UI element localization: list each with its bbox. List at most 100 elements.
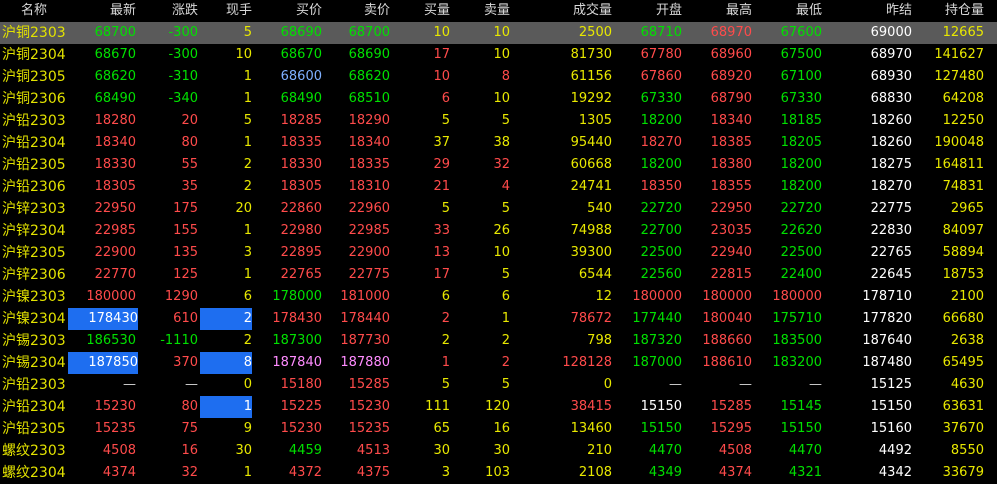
cell-last-volume: 0 [243, 377, 252, 392]
contract-name: 螺纹2304 [2, 465, 66, 481]
cell-prev-settle: 4492 [878, 443, 912, 458]
header-name[interactable]: 名称 [0, 0, 68, 22]
cell-low: 183500 [772, 333, 822, 348]
cell-open: 18350 [640, 179, 682, 194]
cell-bid-volume: 2 [441, 333, 450, 348]
table-row[interactable]: 沪锌2303 22950 175 20 22860 22960 5 5 540 22720 2295… [0, 198, 997, 220]
cell-last-volume: 20 [235, 201, 252, 216]
cell-ask: 15230 [348, 399, 390, 414]
cell-low: 67600 [780, 25, 822, 40]
cell-last-volume: 1 [243, 69, 252, 84]
cell-volume: 81730 [570, 47, 612, 62]
cell-prev-settle: 18270 [870, 179, 912, 194]
header-low[interactable]: 最低 [752, 0, 822, 22]
cell-ask: 68620 [348, 69, 390, 84]
cell-open: 187000 [632, 355, 682, 370]
cell-last-volume: 5 [243, 113, 252, 128]
cell-latest: 22770 [94, 267, 136, 282]
cell-low: 4321 [788, 465, 822, 480]
table-row[interactable]: 沪镍2304 178430 610 2 178430 178440 2 1 78672 17744… [0, 308, 997, 330]
cell-volume: 2500 [578, 25, 612, 40]
table-row[interactable]: 沪铅2305 15235 75 9 15230 15235 65 16 13460 15150 15… [0, 418, 997, 440]
table-row[interactable]: 沪锡2304 187850 370 8 187840 187880 1 2 128128 1870… [0, 352, 997, 374]
cell-change: 80 [181, 399, 198, 414]
cell-ask-volume: 4 [501, 179, 510, 194]
cell-low: 18200 [780, 157, 822, 172]
table-row[interactable]: 沪铅2305 18330 55 2 18330 18335 29 32 60668 18200 18… [0, 154, 997, 176]
table-row[interactable]: 沪铜2304 68670 -300 10 68670 68690 17 10 81730 6778… [0, 44, 997, 66]
cell-open-interest: 65495 [942, 355, 984, 370]
header-high[interactable]: 最高 [682, 0, 752, 22]
cell-change: 32 [181, 465, 198, 480]
header-prev-settle[interactable]: 昨结 [822, 0, 912, 22]
header-volume[interactable]: 成交量 [510, 0, 612, 22]
table-row[interactable]: 沪锌2306 22770 125 1 22765 22775 17 5 6544 22560 228… [0, 264, 997, 286]
header-last-volume[interactable]: 现手 [198, 0, 252, 22]
cell-latest: 4374 [102, 465, 136, 480]
cell-bid: 68670 [280, 47, 322, 62]
cell-last-volume: 2 [243, 333, 252, 348]
table-row[interactable]: 沪铅2304 15230 80 1 15225 15230 111 120 38415 15150… [0, 396, 997, 418]
table-row[interactable]: 沪铜2305 68620 -310 1 68600 68620 10 8 61156 67860 6… [0, 66, 997, 88]
cell-high: 22815 [710, 267, 752, 282]
table-row[interactable]: 沪铅2306 18305 35 2 18305 18310 21 4 24741 18350 183… [0, 176, 997, 198]
table-row[interactable]: 沪锌2304 22985 155 1 22980 22985 33 26 74988 22700 2… [0, 220, 997, 242]
contract-name: 沪镍2304 [2, 311, 66, 327]
cell-high: 68960 [710, 47, 752, 62]
cell-last-volume: 2 [243, 157, 252, 172]
cell-last-volume: 1 [243, 135, 252, 150]
cell-change: 155 [173, 223, 198, 238]
table-row[interactable]: 沪铅2303 18280 20 5 18285 18290 5 5 1305 18200 18340… [0, 110, 997, 132]
table-row[interactable]: 沪铜2303 68700 -300 5 68690 68700 10 10 2500 68710 6… [0, 22, 997, 44]
header-open[interactable]: 开盘 [612, 0, 682, 22]
cell-low: 4470 [788, 443, 822, 458]
table-row[interactable]: 沪铜2306 68490 -340 1 68490 68510 6 10 19292 67330 6… [0, 88, 997, 110]
header-bid[interactable]: 买价 [252, 0, 322, 22]
cell-high: 18380 [710, 157, 752, 172]
contract-name: 沪铜2304 [2, 47, 66, 63]
table-row[interactable]: 螺纹2304 4374 32 1 4372 4375 3 103 2108 4349 4374 432… [0, 462, 997, 484]
cell-open-interest: 63631 [942, 399, 984, 414]
cell-open-interest: 84097 [942, 223, 984, 238]
table-row[interactable]: 沪铅2303 — — 0 15180 15285 5 5 0 — — — 15125 4630 [0, 374, 997, 396]
cell-bid: 187300 [272, 333, 322, 348]
cell-low: 180000 [772, 289, 822, 304]
header-open-interest[interactable]: 持仓量 [912, 0, 984, 22]
header-latest[interactable]: 最新 [68, 0, 136, 22]
cell-last-volume: 8 [200, 352, 252, 374]
cell-latest: 68670 [94, 47, 136, 62]
table-row[interactable]: 沪镍2303 180000 1290 6 178000 181000 6 6 12 180000 1… [0, 286, 997, 308]
cell-change: 16 [181, 443, 198, 458]
contract-name: 沪铜2303 [2, 25, 66, 41]
cell-ask-volume: 38 [493, 135, 510, 150]
cell-high: 18385 [710, 135, 752, 150]
header-ask[interactable]: 卖价 [322, 0, 390, 22]
cell-open-interest: 8550 [950, 443, 984, 458]
cell-ask: 15285 [348, 377, 390, 392]
table-row[interactable]: 螺纹2303 4508 16 30 4459 4513 30 30 210 4470 4508 447… [0, 440, 997, 462]
header-ask-volume[interactable]: 卖量 [450, 0, 510, 22]
table-row[interactable]: 沪锌2305 22900 135 3 22895 22900 13 10 39300 22500 2… [0, 242, 997, 264]
cell-high: 18355 [710, 179, 752, 194]
cell-ask-volume: 5 [501, 113, 510, 128]
cell-bid: 15180 [280, 377, 322, 392]
cell-volume: 0 [603, 377, 612, 392]
cell-volume: 24741 [570, 179, 612, 194]
cell-volume: 60668 [570, 157, 612, 172]
cell-ask-volume: 6 [501, 289, 510, 304]
cell-bid-volume: 2 [441, 311, 450, 326]
cell-open-interest: 4630 [950, 377, 984, 392]
header-change[interactable]: 涨跌 [136, 0, 198, 22]
table-row[interactable]: 沪锡2303 186530 -1110 2 187300 187730 2 2 798 18732… [0, 330, 997, 352]
cell-open: 4470 [648, 443, 682, 458]
table-row[interactable]: 沪铅2304 18340 80 1 18335 18340 37 38 95440 18270 18… [0, 132, 997, 154]
contract-name: 沪铅2304 [2, 399, 66, 415]
cell-bid: 68490 [280, 91, 322, 106]
cell-volume: 12 [595, 289, 612, 304]
header-bid-volume[interactable]: 买量 [390, 0, 450, 22]
contract-name: 螺纹2303 [2, 443, 66, 459]
cell-bid-volume: 10 [433, 25, 450, 40]
cell-volume: 2108 [578, 465, 612, 480]
cell-ask: 22960 [348, 201, 390, 216]
cell-open-interest: 74831 [942, 179, 984, 194]
